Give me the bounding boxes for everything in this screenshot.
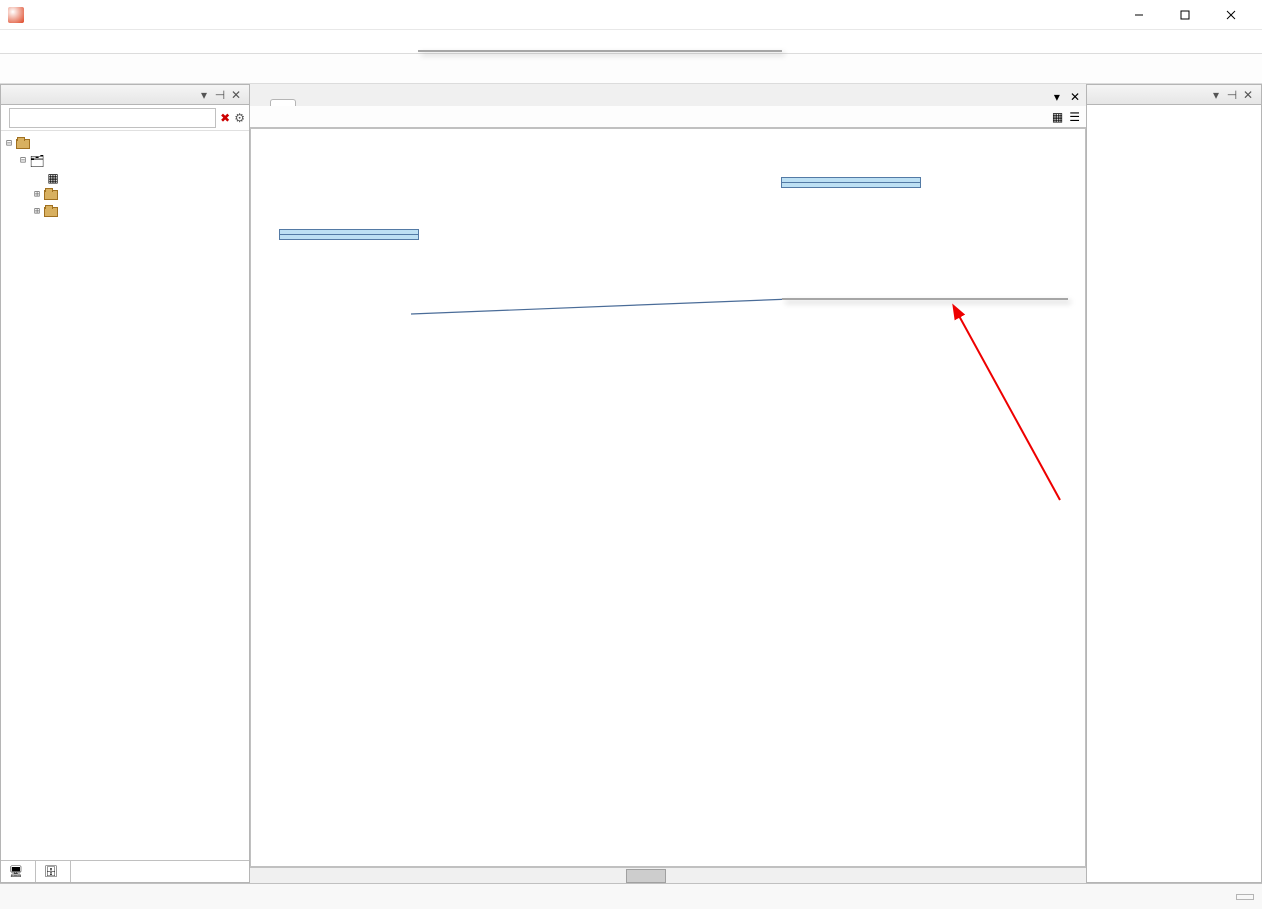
tab-local[interactable]: 🖥 <box>1 861 36 882</box>
close-button[interactable] <box>1208 0 1254 30</box>
minimize-button[interactable] <box>1116 0 1162 30</box>
doc-close-icon[interactable]: ✕ <box>1064 88 1086 106</box>
panel-pin-icon[interactable]: ⊣ <box>213 88 227 102</box>
tab-repository[interactable]: 🗄 <box>36 861 71 882</box>
doc-menu-icon[interactable]: ▾ <box>1050 88 1064 106</box>
entity-station[interactable] <box>781 177 921 188</box>
panel-close-icon[interactable]: ✕ <box>1241 88 1255 102</box>
filter-input[interactable] <box>9 108 216 128</box>
tools-menu-dropdown[interactable] <box>418 50 782 52</box>
tree-diagram[interactable]: ▦ <box>3 169 247 186</box>
title-bar <box>0 0 1262 30</box>
panel-pin-icon[interactable]: ⊣ <box>1225 88 1239 102</box>
view-grid-icon[interactable]: ▦ <box>1052 110 1063 124</box>
entity-t-station[interactable] <box>279 229 419 240</box>
panel-close-icon[interactable]: ✕ <box>229 88 243 102</box>
entity-columns <box>782 183 920 187</box>
panel-dropdown-icon[interactable]: ▾ <box>1209 88 1223 102</box>
diagram-canvas[interactable] <box>250 128 1086 867</box>
object-tree[interactable]: ⊟ ⊟🗂 ▦ ⊞ ⊞ <box>1 131 249 860</box>
toolbox-header: ▾ ⊣ ✕ <box>1087 85 1261 105</box>
horizontal-scrollbar[interactable] <box>250 867 1086 883</box>
execute-commands-submenu[interactable] <box>782 298 1068 300</box>
tree-model[interactable]: ⊟🗂 <box>3 152 247 169</box>
app-icon <box>8 7 24 23</box>
clear-filter-icon[interactable]: ✖ <box>220 111 230 125</box>
filter-options-icon[interactable]: ⚙ <box>234 111 245 125</box>
tree-tables[interactable]: ⊞ <box>3 186 247 203</box>
tree-workspace[interactable]: ⊟ <box>3 135 247 152</box>
entity-columns <box>280 235 418 239</box>
toolbox-panel: ▾ ⊣ ✕ <box>1086 84 1262 883</box>
browser-tabs: 🖥 🗄 <box>1 860 249 882</box>
object-browser-header: ▾ ⊣ ✕ <box>1 85 249 105</box>
main-toolbar <box>0 54 1262 84</box>
tree-references[interactable]: ⊞ <box>3 203 247 220</box>
diagram-area: ▾ ✕ ▦ ☰ <box>250 84 1086 883</box>
document-tab[interactable] <box>270 99 296 106</box>
status-bar <box>0 883 1262 909</box>
object-browser-panel: ▾ ⊣ ✕ ✖ ⚙ ⊟ ⊟🗂 ▦ ⊞ ⊞ 🖥 🗄 <box>0 84 250 883</box>
panel-dropdown-icon[interactable]: ▾ <box>197 88 211 102</box>
status-database <box>1236 894 1254 900</box>
maximize-button[interactable] <box>1162 0 1208 30</box>
view-list-icon[interactable]: ☰ <box>1069 110 1080 124</box>
